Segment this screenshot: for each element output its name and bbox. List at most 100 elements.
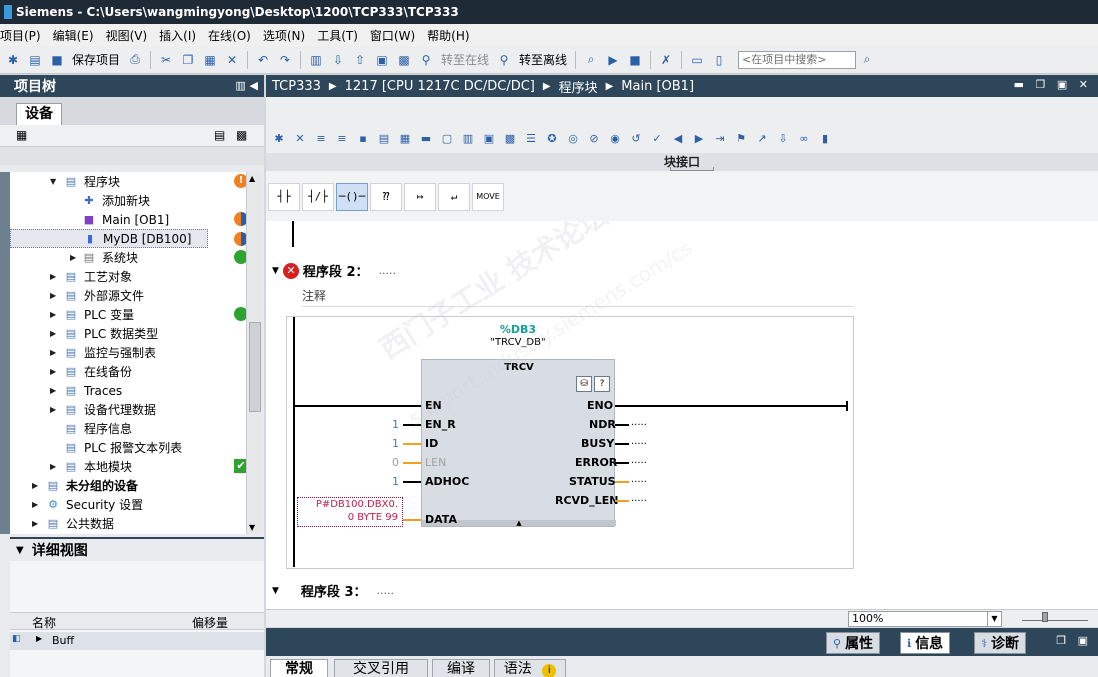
tab-diagnostics[interactable]: ⚕ 诊断 bbox=[974, 632, 1026, 654]
print-icon[interactable]: ⎙ bbox=[127, 52, 143, 68]
project-search-input[interactable]: <在项目中搜索> bbox=[738, 50, 857, 69]
dropdown-arrow-icon[interactable]: ▼ bbox=[987, 612, 1001, 626]
ndr-value[interactable]: ..... bbox=[631, 417, 647, 428]
tab-compile[interactable]: 编译 bbox=[432, 659, 490, 677]
download-icon[interactable]: ⇩ bbox=[330, 52, 346, 68]
expand-arrow-icon[interactable]: ▶ bbox=[50, 462, 60, 471]
busy-value[interactable]: ..... bbox=[631, 436, 647, 447]
menu-tools[interactable]: 工具(T) bbox=[317, 27, 366, 44]
open-project-icon[interactable]: ▤ bbox=[27, 52, 43, 68]
tab-cross-references[interactable]: 交叉引用 bbox=[334, 659, 428, 677]
tree-item-mydb[interactable]: ▮ MyDB [DB100] bbox=[10, 229, 208, 248]
breadcrumb-item[interactable]: 1217 [CPU 1217C DC/DC/DC] bbox=[345, 79, 535, 94]
paste-icon[interactable]: ▦ bbox=[202, 52, 218, 68]
breadcrumb-item[interactable]: 程序块 bbox=[559, 77, 598, 96]
collapse-networks-icon[interactable]: ▬ bbox=[417, 130, 435, 148]
expand-arrow-icon[interactable]: ▶ bbox=[50, 348, 60, 357]
accessible-devices-icon[interactable]: ⌕ bbox=[583, 52, 599, 68]
zoom-slider-knob[interactable] bbox=[1042, 612, 1048, 622]
rcvd-len-value[interactable]: ..... bbox=[631, 493, 647, 504]
breadcrumb-item[interactable]: TCP333 bbox=[272, 79, 321, 94]
zoom-slider[interactable] bbox=[1022, 612, 1088, 622]
menu-edit[interactable]: 编辑(E) bbox=[53, 27, 102, 44]
tree-item-common-data[interactable]: ▶ ▤ 公共数据 bbox=[10, 514, 246, 533]
go-offline-button[interactable]: 转至离线 bbox=[519, 51, 567, 68]
tree-add-icon[interactable]: ▩ bbox=[236, 128, 252, 144]
tab-properties[interactable]: ⚲ 属性 bbox=[826, 632, 881, 654]
expand-arrow-icon[interactable]: ▶ bbox=[70, 253, 80, 262]
menu-help[interactable]: 帮助(H) bbox=[427, 27, 477, 44]
expand-arrow-icon[interactable]: ▶ bbox=[50, 367, 60, 376]
menu-project[interactable]: 项目(P) bbox=[0, 27, 49, 44]
tree-item-program-info[interactable]: ▤ 程序信息 bbox=[10, 419, 246, 438]
close-branch-button[interactable]: ↵ bbox=[438, 183, 470, 211]
column-offset[interactable]: 偏移量 bbox=[192, 614, 228, 631]
status-icon[interactable]: ◉ bbox=[606, 130, 624, 148]
collapse-arrow-icon[interactable]: ▼ bbox=[272, 266, 279, 276]
value-len[interactable]: 0 bbox=[387, 456, 399, 469]
inspector-window-controls-icon[interactable]: ❐ ▣ bbox=[1056, 634, 1092, 647]
monitoring-glasses-icon[interactable]: ∞ bbox=[795, 130, 813, 148]
prev-error-icon[interactable]: ◀ bbox=[669, 130, 687, 148]
expand-arrow-icon[interactable]: ▼ bbox=[50, 177, 60, 186]
scroll-down-icon[interactable]: ▼ bbox=[249, 523, 255, 532]
open-branch-button[interactable]: ↦ bbox=[404, 183, 436, 211]
monitor-on-icon[interactable]: ◎ bbox=[564, 130, 582, 148]
highlight-icon[interactable]: ✪ bbox=[543, 130, 561, 148]
collapse-arrow-icon[interactable]: ▼ bbox=[272, 586, 279, 596]
coil-button[interactable]: ─()─ bbox=[336, 183, 368, 211]
expand-arrow-icon[interactable]: ▶ bbox=[50, 329, 60, 338]
upload-icon[interactable]: ⇧ bbox=[352, 52, 368, 68]
value-en-r[interactable]: 1 bbox=[387, 418, 399, 431]
monitor-off-icon[interactable]: ⊘ bbox=[585, 130, 603, 148]
list-view-icon[interactable]: ☰ bbox=[522, 130, 540, 148]
menu-online[interactable]: 在线(O) bbox=[208, 27, 259, 44]
expand-arrow-icon[interactable]: ▶ bbox=[32, 481, 42, 490]
tree-item-ungrouped-devices[interactable]: ▶ ▤ 未分组的设备 bbox=[10, 476, 246, 495]
zoom-select[interactable]: 100% ▼ bbox=[848, 611, 1002, 627]
menu-window[interactable]: 窗口(W) bbox=[370, 27, 423, 44]
save-project-button[interactable]: 保存项目 bbox=[72, 51, 120, 68]
tree-item-traces[interactable]: ▶ ▤ Traces bbox=[10, 381, 246, 400]
menu-options[interactable]: 选项(N) bbox=[263, 27, 313, 44]
expand-arrow-icon[interactable]: ▶ bbox=[50, 386, 60, 395]
undo-icon[interactable]: ↶ bbox=[255, 52, 271, 68]
tag-info-icon[interactable]: ▥ bbox=[459, 130, 477, 148]
expand-arrow-icon[interactable]: ▶ bbox=[36, 634, 42, 643]
delete-network-icon[interactable]: ✕ bbox=[291, 130, 309, 148]
db-link-icon[interactable]: ▮ bbox=[816, 130, 834, 148]
tab-syntax[interactable]: 语法 i bbox=[494, 659, 566, 677]
absolute-operands-icon[interactable]: ▤ bbox=[375, 130, 393, 148]
save-icon[interactable]: ■ bbox=[49, 52, 65, 68]
network-3-title[interactable]: ▼ 程序段 3： ..... bbox=[272, 581, 394, 600]
tree-item-system-blocks[interactable]: ▶ ▤ 系统块 bbox=[10, 248, 246, 267]
favorites-icon[interactable]: ▣ bbox=[480, 130, 498, 148]
redo-icon[interactable]: ↷ bbox=[277, 52, 293, 68]
tree-item-alarm-texts[interactable]: ▤ PLC 报警文本列表 bbox=[10, 438, 246, 457]
tree-item-plc-tags[interactable]: ▶ ▤ PLC 变量 bbox=[10, 305, 246, 324]
open-block-icon[interactable]: ↗ bbox=[753, 130, 771, 148]
instance-db-address[interactable]: %DB3 bbox=[421, 323, 615, 336]
scrollbar-thumb[interactable] bbox=[249, 322, 261, 412]
download-block-icon[interactable]: ⇩ bbox=[774, 130, 792, 148]
data-parameter[interactable]: P#DB100.DBX0. 0 BYTE 99 bbox=[297, 497, 403, 527]
expand-arrow-icon[interactable]: ▶ bbox=[50, 310, 60, 319]
check-syntax-icon[interactable]: ✓ bbox=[648, 130, 666, 148]
menu-insert[interactable]: 插入(I) bbox=[159, 27, 204, 44]
expand-arrow-icon[interactable]: ▶ bbox=[50, 272, 60, 281]
expand-arrow-icon[interactable]: ▶ bbox=[50, 291, 60, 300]
go-offline-icon[interactable]: ⚲ bbox=[496, 52, 512, 68]
compile-icon[interactable]: ▥ bbox=[308, 52, 324, 68]
toggle-icon[interactable]: ▪ bbox=[354, 130, 372, 148]
column-name[interactable]: 名称 bbox=[32, 614, 56, 631]
next-error-icon[interactable]: ▶ bbox=[690, 130, 708, 148]
tree-view-icon[interactable]: ▤ bbox=[214, 128, 230, 144]
download-device-icon[interactable]: ▣ bbox=[374, 52, 390, 68]
go-to-icon[interactable]: ⇥ bbox=[711, 130, 729, 148]
breadcrumb-item[interactable]: Main [OB1] bbox=[621, 79, 694, 94]
detail-view-header[interactable]: ▼ 详细视图 bbox=[10, 537, 264, 561]
value-adhoc[interactable]: 1 bbox=[387, 475, 399, 488]
tab-general[interactable]: 常规 bbox=[270, 659, 328, 677]
split-vertical-icon[interactable]: ▯ bbox=[711, 52, 727, 68]
tree-item-main-ob1[interactable]: ■ Main [OB1] bbox=[10, 210, 246, 229]
